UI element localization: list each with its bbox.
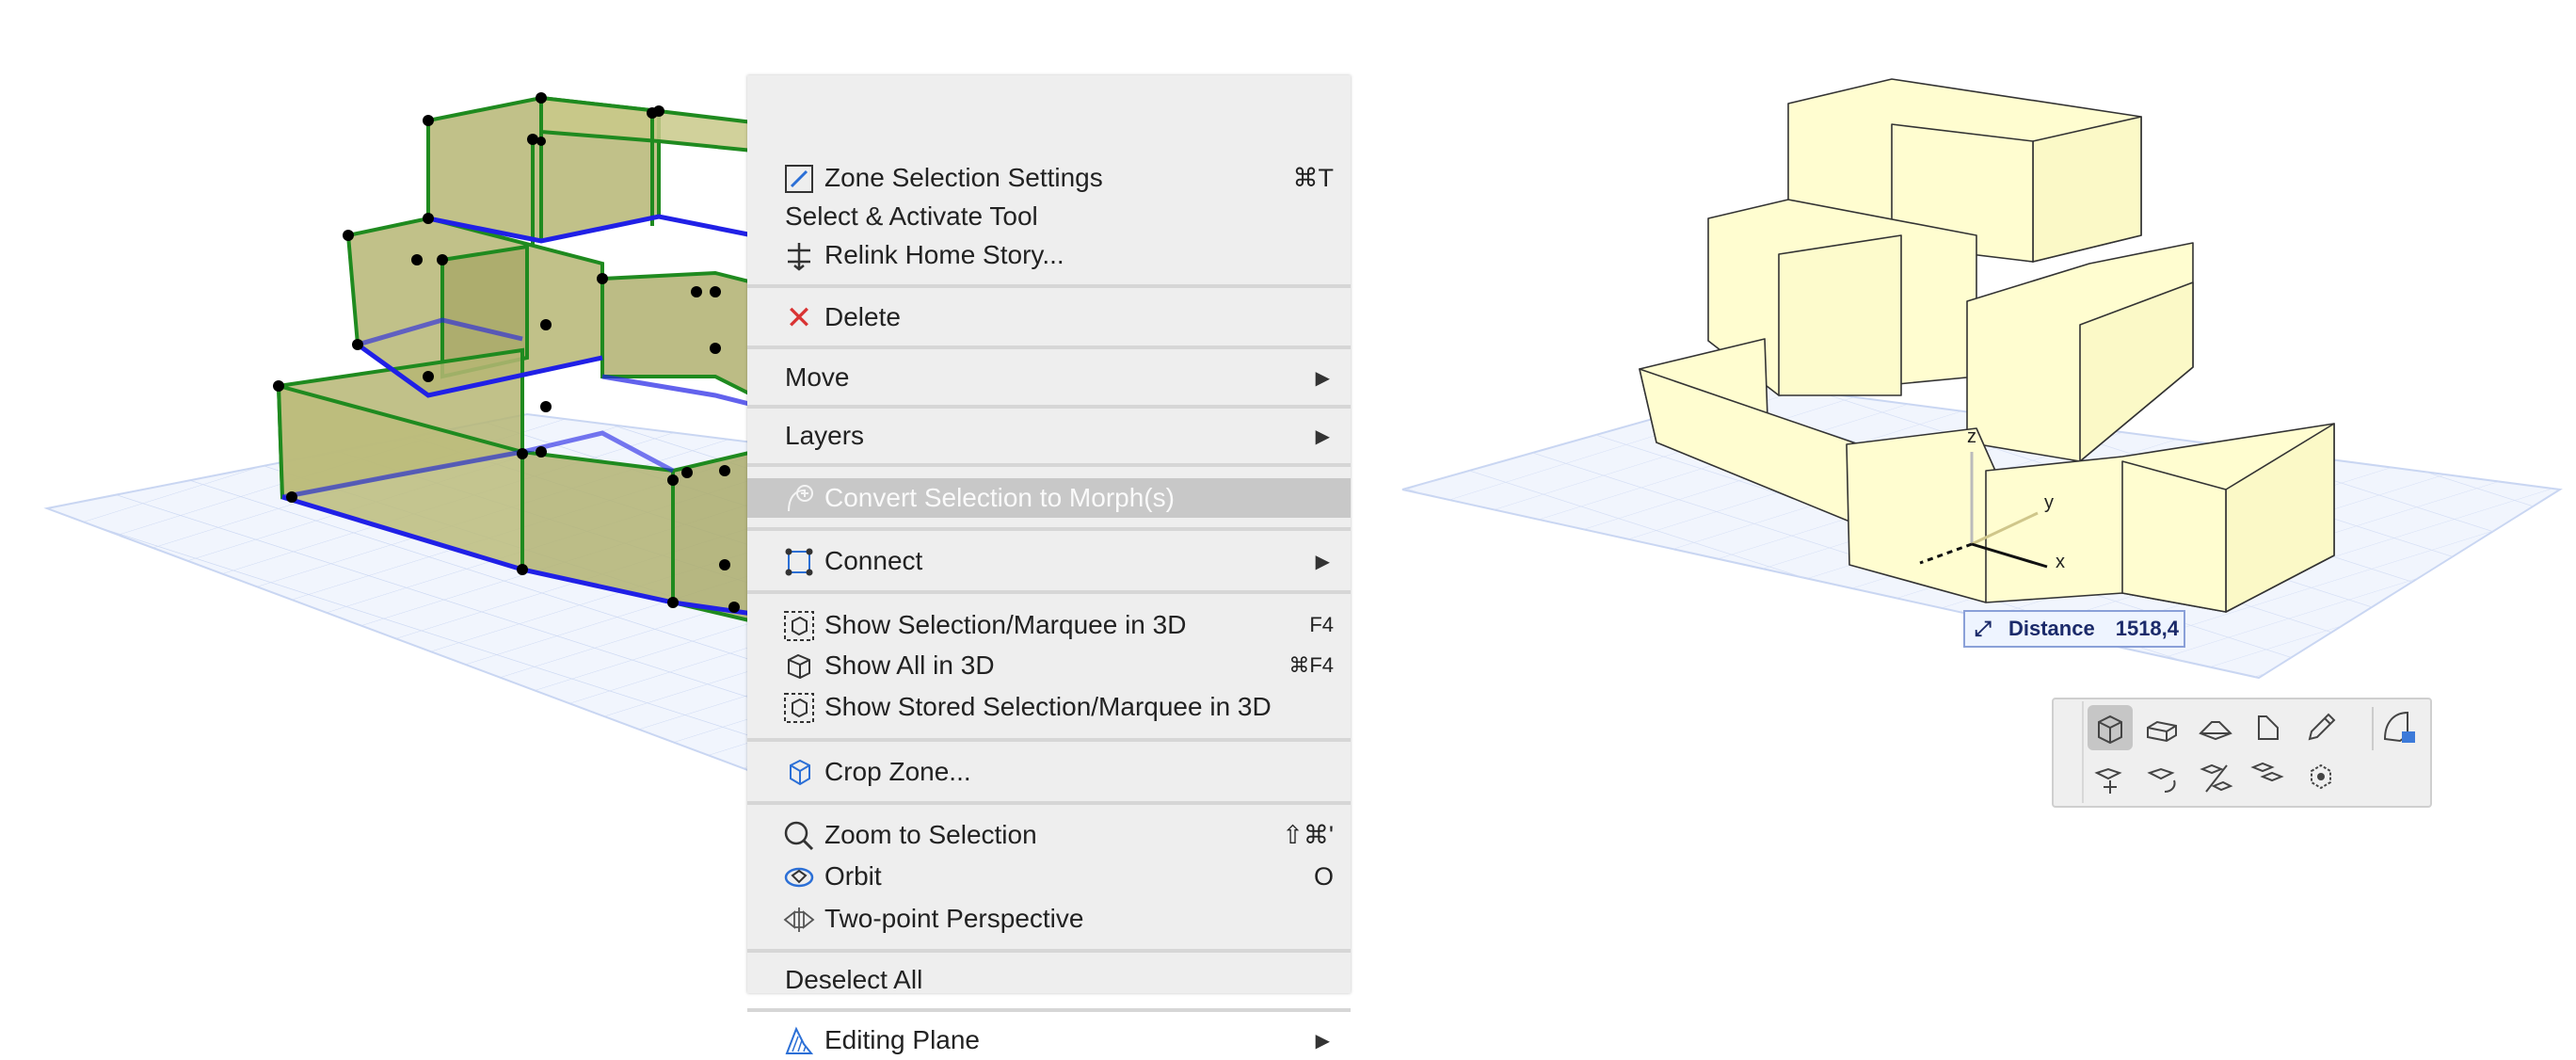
menu-item-connect[interactable]: Connect ▶ (747, 541, 1351, 581)
rotate-icon[interactable] (2140, 754, 2185, 799)
revolve-tool-icon[interactable] (2193, 705, 2238, 750)
menu-separator (747, 463, 1351, 467)
two-point-perspective-icon (783, 904, 815, 936)
menu-item-select-activate-tool[interactable]: Select & Activate Tool (747, 197, 1351, 236)
menu-item-crop-zone[interactable]: Crop Zone... (747, 752, 1351, 792)
axis-y-label: y (2044, 492, 2054, 513)
distance-value: 1518,4 (2115, 617, 2180, 640)
menu-item-deselect-all[interactable]: Deselect All (747, 960, 1351, 1000)
morph-tool-palette (2052, 698, 2432, 808)
palette-divider (2082, 701, 2084, 803)
menu-item-show-stored-3d[interactable]: Show Stored Selection/Marquee in 3D (747, 687, 1351, 727)
menu-item-editing-plane[interactable]: Editing Plane ▶ (747, 1020, 1351, 1060)
mirror-icon[interactable] (2193, 754, 2238, 799)
show-all-3d-icon (783, 650, 815, 683)
context-menu: Zone Selection Settings ⌘T Select & Acti… (747, 75, 1351, 1054)
menu-separator (747, 801, 1351, 805)
palette-separator (2372, 707, 2374, 750)
menu-separator (747, 738, 1351, 742)
distance-label: Distance (2008, 617, 2095, 640)
menu-item-layers[interactable]: Layers ▶ (747, 416, 1351, 456)
submenu-arrow-icon: ▶ (1315, 1030, 1330, 1052)
menu-item-delete[interactable]: ✕ Delete (747, 297, 1351, 337)
menu-separator (747, 527, 1351, 531)
pencil-tool-icon[interactable] (2298, 705, 2344, 750)
right-scene[interactable]: z y x (1401, 78, 2563, 680)
editing-plane-icon (783, 1025, 815, 1057)
morph-tool-icon[interactable] (2088, 705, 2133, 750)
zone-settings-icon (783, 163, 815, 195)
connect-icon (783, 546, 815, 578)
delete-icon: ✕ (785, 300, 813, 336)
menu-separator (747, 1008, 1351, 1012)
menu-item-show-selection-3d[interactable]: Show Selection/Marquee in 3D F4 (747, 605, 1351, 645)
distance-icon: ⤢ (1975, 617, 1992, 640)
menu-separator (747, 949, 1351, 953)
show-selection-3d-icon (783, 610, 815, 642)
menu-separator (747, 284, 1351, 288)
elevate-icon[interactable] (2298, 754, 2344, 799)
menu-separator (747, 345, 1351, 349)
menu-item-orbit[interactable]: Orbit O (747, 857, 1351, 896)
axis-x-label: x (2056, 552, 2065, 572)
menu-item-relink-home-story[interactable]: Relink Home Story... (747, 235, 1351, 275)
box-tool-icon[interactable] (2140, 705, 2185, 750)
submenu-arrow-icon: ▶ (1315, 551, 1330, 572)
left-scene[interactable] (43, 92, 755, 774)
menu-separator (747, 590, 1351, 594)
relink-story-icon (783, 240, 815, 272)
menu-item-convert-to-morph[interactable]: Convert Selection to Morph(s) (747, 478, 1351, 518)
menu-item-move[interactable]: Move ▶ (747, 358, 1351, 397)
axis-z-label: z (1967, 426, 1976, 447)
multiply-icon[interactable] (2246, 754, 2291, 799)
crop-zone-icon (783, 757, 815, 789)
morph-settings-icon[interactable] (2377, 705, 2423, 750)
zoom-selection-icon (783, 820, 815, 852)
show-stored-3d-icon (783, 692, 815, 724)
menu-item-zone-selection-settings[interactable]: Zone Selection Settings ⌘T (747, 158, 1351, 198)
submenu-arrow-icon: ▶ (1315, 426, 1330, 447)
morph-icon (783, 483, 815, 515)
orbit-icon (783, 861, 815, 893)
menu-item-two-point-perspective[interactable]: Two-point Perspective (747, 899, 1351, 939)
submenu-arrow-icon: ▶ (1315, 367, 1330, 389)
menu-item-show-all-3d[interactable]: Show All in 3D ⌘F4 (747, 646, 1351, 685)
menu-separator (747, 405, 1351, 409)
move-icon[interactable] (2088, 754, 2133, 799)
menu-item-zoom-to-selection[interactable]: Zoom to Selection ⇧⌘' (747, 815, 1351, 855)
shape-tool-icon[interactable] (2246, 705, 2291, 750)
distance-tooltip: ⤢ Distance 1518,4 (1963, 610, 2185, 648)
